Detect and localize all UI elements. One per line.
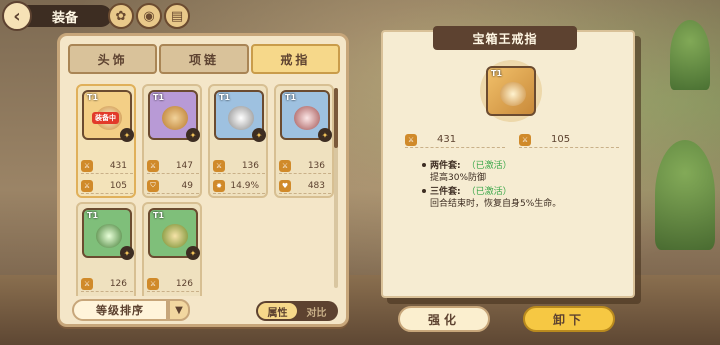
tab-necklace[interactable]: 项链	[159, 44, 249, 74]
toggle-compare[interactable]: 对比	[297, 303, 336, 319]
attribute-compare-toggle[interactable]: 属性 对比	[256, 301, 338, 321]
ring-icon	[500, 82, 526, 106]
attack-icon: ⚔	[81, 179, 93, 192]
item-card[interactable]: T1 装备中 ✦ ⚔ 431 ⚔ 105	[76, 84, 136, 198]
attack-icon: ⚔	[279, 159, 291, 172]
crit-icon: ✸	[213, 179, 225, 192]
set-description: 回合结束时，恢复自身5%生命。	[430, 199, 562, 209]
ring-icon	[162, 224, 188, 248]
item-detail-panel: 宝箱王戒指 T1 ⚔ 431 ⚔ 105 两件套: （已激活） 提高30%防御 三件套…	[381, 26, 635, 298]
item-card[interactable]: T1 ✦ ⚔126 ♥426	[142, 202, 202, 296]
tier-label: T1	[219, 93, 231, 102]
tier-label: T1	[87, 93, 99, 102]
toggle-attributes[interactable]: 属性	[258, 303, 297, 319]
item-stat: ⛉ 49	[147, 178, 199, 194]
enhance-button[interactable]: 强化	[398, 306, 490, 332]
set-bonus-2: 两件套: （已激活） 提高30%防御	[422, 160, 512, 184]
detail-stat: ⚔ 105	[519, 132, 619, 148]
background-plant	[670, 20, 710, 90]
attack-icon: ⚔	[81, 159, 93, 172]
set-status: （已激活）	[466, 161, 512, 171]
attack-icon: ⚔	[147, 159, 159, 172]
gem-icon: ✦	[120, 246, 134, 260]
item-stat: ✸ 14.9%	[213, 178, 265, 194]
tier-label: T1	[87, 211, 99, 220]
gem-icon: ✦	[186, 246, 200, 260]
item-stat: ⚔ 431	[81, 158, 133, 174]
ring-item-image: T1 装备中 ✦	[82, 90, 134, 142]
scrollbar-thumb[interactable]	[334, 88, 338, 148]
scroll-icon[interactable]: ▤	[164, 3, 190, 29]
attack-icon: ⚔	[405, 133, 417, 146]
ring-item-image: T1 ✦	[280, 90, 332, 142]
settings-cog-icon[interactable]: ✿	[108, 3, 134, 29]
item-stat: ⚔ 136	[279, 158, 331, 174]
unequip-button[interactable]: 卸下	[523, 306, 615, 332]
gem-icon: ✦	[252, 128, 266, 142]
item-card[interactable]: T1 ✦ ⚔ 147 ⛉ 49	[142, 84, 202, 198]
ring-icon	[228, 106, 254, 130]
ring-item-image: T1 ✦	[148, 208, 200, 260]
set-status: （已激活）	[466, 187, 512, 197]
item-card[interactable]: T1 ✦ ⚔ 136 ✸ 14.9%	[208, 84, 268, 198]
item-stat: ⚔ 136	[213, 158, 265, 174]
ring-item-image: T1 ✦	[214, 90, 266, 142]
shield-icon: ⛉	[147, 179, 159, 192]
attack-icon: ⚔	[147, 277, 159, 290]
tier-label: T1	[153, 93, 165, 102]
item-card[interactable]: T1 ✦ ⚔126 ⚔7	[76, 202, 136, 296]
back-button[interactable]: ‹	[2, 1, 32, 31]
heart-icon: ♥	[279, 179, 291, 192]
item-stat: ♥ 483	[279, 178, 331, 194]
ring-item-image: T1	[486, 66, 536, 116]
page-title: 装备	[22, 5, 112, 27]
tier-label: T1	[153, 211, 165, 220]
ring-icon	[162, 106, 188, 130]
inventory-panel: 头饰 项链 戒指 T1 装备中 ✦ ⚔ 431 ⚔ 105 T1 ✦ ⚔ 147…	[57, 33, 349, 327]
equipped-badge: 装备中	[92, 112, 119, 124]
tab-headwear[interactable]: 头饰	[68, 44, 158, 74]
top-bar: 装备 ‹ ✿ ◉ ▤	[0, 0, 230, 32]
attack-icon: ⚔	[81, 277, 93, 290]
attack-icon: ⚔	[213, 159, 225, 172]
chevron-down-icon[interactable]: ▼	[168, 299, 190, 321]
set-bonus-3: 三件套: （已激活） 回合结束时，恢复自身5%生命。	[422, 186, 562, 210]
gem-icon: ✦	[318, 128, 332, 142]
item-card[interactable]: T1 ✦ ⚔ 136 ♥ 483	[274, 84, 334, 198]
item-stat: ⚔ 147	[147, 158, 199, 174]
item-grid: T1 装备中 ✦ ⚔ 431 ⚔ 105 T1 ✦ ⚔ 147 ⛉ 49 T1 …	[72, 84, 338, 296]
set-description: 提高30%防御	[430, 173, 487, 183]
background-plant	[655, 140, 715, 250]
tab-ring[interactable]: 戒指	[250, 44, 340, 74]
ring-icon	[294, 106, 320, 130]
item-name: 宝箱王戒指	[433, 26, 577, 50]
chest-icon[interactable]: ◉	[136, 3, 162, 29]
ring-item-image: T1 ✦	[148, 90, 200, 142]
tier-label: T1	[285, 93, 297, 102]
tier-label: T1	[491, 69, 503, 78]
item-stat: ⚔ 126	[81, 276, 133, 292]
detail-stat: ⚔ 431	[405, 132, 505, 148]
attack-icon: ⚔	[519, 133, 531, 146]
item-stat: ⚔ 105	[81, 178, 133, 194]
gem-icon: ✦	[186, 128, 200, 142]
item-stat: ⚔ 126	[147, 276, 199, 292]
ring-item-image: T1 ✦	[82, 208, 134, 260]
item-display: T1	[480, 60, 542, 122]
equipment-tabs: 头饰 项链 戒指	[68, 44, 340, 74]
gem-icon: ✦	[120, 128, 134, 142]
ring-icon	[96, 224, 122, 248]
sort-dropdown[interactable]: 等级排序	[72, 299, 168, 321]
